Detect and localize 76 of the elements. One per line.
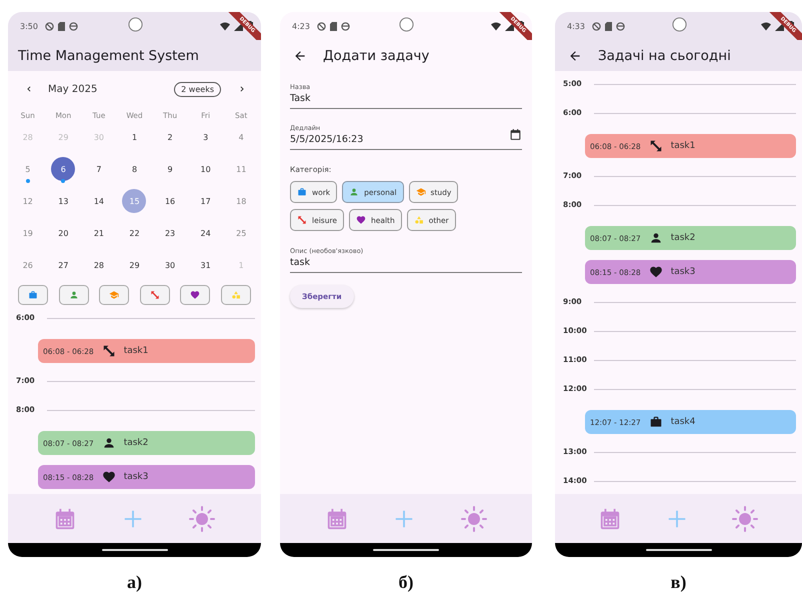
- calendar-day[interactable]: 3: [194, 125, 218, 149]
- calendar-day[interactable]: 22: [122, 221, 146, 245]
- sun-icon[interactable]: [460, 506, 486, 532]
- heart-icon: [648, 265, 663, 279]
- task-name: task1: [124, 346, 148, 356]
- task-name: task3: [124, 472, 148, 482]
- camera-cutout: [672, 17, 686, 32]
- back-arrow-icon[interactable]: [568, 48, 582, 62]
- calendar-day[interactable]: 20: [51, 221, 76, 245]
- status-time: 4:23: [292, 22, 310, 30]
- task-name: task2: [670, 233, 696, 243]
- calendar-day[interactable]: 27: [51, 253, 76, 277]
- sd-card-icon: [330, 22, 337, 30]
- calendar-day[interactable]: 9: [158, 157, 182, 181]
- camera-cutout: [399, 17, 414, 32]
- calendar-day[interactable]: 7: [86, 157, 111, 181]
- field-value: task: [290, 257, 311, 268]
- round-icon: [340, 22, 350, 30]
- person-icon: [648, 231, 663, 245]
- person-icon: [102, 436, 116, 450]
- round-icon: [68, 22, 78, 30]
- back-arrow-icon[interactable]: [293, 48, 307, 62]
- calendar-day[interactable]: 23: [158, 221, 182, 245]
- diagonal-arrows-icon: [102, 344, 116, 358]
- diagonal-arrows-icon: [648, 139, 663, 153]
- screen-title: Додати задачу: [323, 48, 430, 64]
- camera-cutout: [128, 17, 142, 32]
- calendar-day[interactable]: 4: [229, 125, 254, 149]
- round-icon: [616, 22, 625, 30]
- field-value: 5/5/2025/16:23: [290, 134, 364, 145]
- wifi-icon: [761, 22, 771, 30]
- sun-icon[interactable]: [732, 506, 758, 532]
- calendar-day[interactable]: 10: [194, 157, 218, 181]
- wifi-icon: [220, 22, 230, 30]
- field-value: Task: [290, 93, 312, 104]
- calendar-day[interactable]: 8: [122, 157, 146, 181]
- figure-caption: а): [127, 571, 142, 594]
- calendar-day[interactable]: 24: [194, 221, 218, 245]
- category-filter-button[interactable]: [140, 285, 170, 305]
- calendar-day[interactable]: 28: [86, 253, 111, 277]
- calendar-day[interactable]: 14: [86, 189, 111, 213]
- task-name: task2: [124, 438, 148, 448]
- calendar-day[interactable]: 31: [194, 253, 218, 277]
- figure-caption: в): [670, 571, 686, 594]
- blocked-icon: [44, 22, 54, 30]
- calendar-day[interactable]: 1: [122, 125, 146, 149]
- sd-card-icon: [58, 22, 65, 30]
- calendar-icon[interactable]: [509, 128, 522, 141]
- calendar-day[interactable]: 6: [51, 157, 76, 181]
- task-name: task4: [670, 417, 696, 427]
- format-button[interactable]: 2 weeks: [174, 82, 221, 96]
- figure-caption: б): [398, 571, 414, 594]
- calendar-day[interactable]: 2: [158, 125, 182, 149]
- task-name: task3: [670, 267, 696, 277]
- task-name: task1: [670, 141, 696, 151]
- calendar-day[interactable]: 30: [158, 253, 182, 277]
- calendar-day[interactable]: 21: [86, 221, 111, 245]
- calendar-day[interactable]: 16: [158, 189, 182, 213]
- status-time: 3:50: [20, 22, 38, 30]
- heart-icon: [102, 470, 116, 484]
- blocked-icon: [592, 22, 601, 30]
- sd-card-icon: [604, 22, 612, 30]
- category-filter-button[interactable]: [180, 285, 210, 305]
- calendar-day[interactable]: 13: [51, 189, 76, 213]
- wifi-icon: [491, 22, 501, 30]
- calendar-day[interactable]: 29: [122, 253, 146, 277]
- category-filter-button[interactable]: [58, 285, 89, 305]
- screen-title: Time Management System: [18, 48, 199, 64]
- month-title: May 2025: [48, 84, 98, 94]
- status-time: 4:33: [567, 22, 585, 30]
- calendar-day[interactable]: 17: [194, 189, 218, 213]
- sun-icon[interactable]: [189, 506, 216, 532]
- category-filter-button[interactable]: [18, 285, 48, 305]
- blocked-icon: [316, 22, 326, 30]
- briefcase-icon: [648, 415, 663, 429]
- screen-title: Задачі на сьогодні: [598, 48, 731, 64]
